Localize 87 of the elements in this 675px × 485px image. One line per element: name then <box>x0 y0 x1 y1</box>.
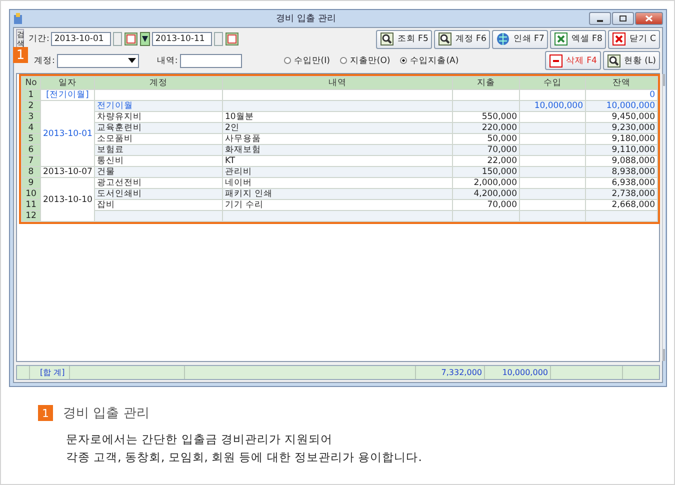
table-cell: 10,000,000 <box>586 100 658 112</box>
row-number: 3 <box>22 112 40 122</box>
date-field[interactable]: 2013-10-11 <box>152 32 212 46</box>
window-title: 경비 입출 관리 <box>275 13 337 25</box>
spin-button[interactable] <box>214 32 224 46</box>
table-cell: 도서인쇄비 <box>94 188 222 200</box>
table-cell: 교육훈련비 <box>94 122 222 134</box>
total-cell: 10,000,000 <box>485 366 551 379</box>
radio-option[interactable]: 수입만(I) <box>284 54 330 66</box>
period-label: 기간: <box>28 33 50 45</box>
caret-icon <box>142 36 148 42</box>
table-cell: 8,938,000 <box>586 166 658 178</box>
caret-icon <box>128 58 136 64</box>
minus-icon <box>548 54 563 68</box>
close-icon <box>644 15 654 22</box>
date-field[interactable]: 2013-10-01 <box>51 32 112 46</box>
radio-option[interactable]: 수입지출(A) <box>400 54 459 66</box>
minimize-button[interactable] <box>589 12 611 25</box>
magnifier-icon <box>438 32 452 46</box>
caption-title: 경비 입출 관리 <box>63 405 150 422</box>
row-number: 5 <box>22 134 40 144</box>
scrollbar[interactable] <box>662 74 665 361</box>
table-cell: 9,110,000 <box>586 144 658 156</box>
range-button[interactable] <box>140 32 150 46</box>
table-cell: 70,000 <box>452 144 520 156</box>
account-label: 계정: <box>34 54 55 66</box>
toolbar-button[interactable]: 닫기 C <box>608 30 660 48</box>
row-number: 11 <box>22 200 40 210</box>
globe-icon <box>496 32 510 46</box>
toolbar-button[interactable]: 삭제 F4 <box>544 51 601 70</box>
app-icon <box>13 12 23 24</box>
calendar-icon <box>225 32 240 46</box>
table-cell: 관리비 <box>222 166 452 178</box>
row-number: 6 <box>22 144 40 156</box>
toolbar-button[interactable]: 인쇄 F7 <box>492 30 548 48</box>
table-cell: 9,230,000 <box>586 122 658 134</box>
row-number: 4 <box>22 122 40 134</box>
maximize-icon <box>618 15 628 22</box>
table-cell: 10,000,000 <box>520 100 586 112</box>
table-cell: 건물 <box>94 166 222 178</box>
table-cell: 보험료 <box>94 144 222 156</box>
magnifier-icon <box>380 32 394 46</box>
total-cell: [합 계] <box>30 366 70 379</box>
memo-field[interactable] <box>180 54 242 68</box>
table-cell: 2인 <box>222 122 452 134</box>
row-number: 12 <box>22 210 40 222</box>
table-cell: 2013-10-01 <box>40 100 94 166</box>
row-number: 1 <box>22 90 40 100</box>
table-cell: 전기이월 <box>94 100 222 112</box>
toolbar-button[interactable]: 계정 F6 <box>434 30 490 48</box>
caption-text: 문자로에서는 간단한 입출금 경비관리가 지원되어 <box>66 431 334 448</box>
column-header[interactable]: 수입 <box>520 76 586 90</box>
memo-label: 내역: <box>156 54 178 66</box>
account-dropdown[interactable] <box>56 54 139 68</box>
annotation-badge: 1 <box>13 47 28 63</box>
table-cell: 2,738,000 <box>586 188 658 200</box>
maximize-button[interactable] <box>612 12 634 25</box>
column-header[interactable]: 잔액 <box>586 76 658 90</box>
total-cell: 7,332,000 <box>416 366 485 379</box>
row-number: 9 <box>22 178 40 188</box>
table-cell: 화재보험 <box>222 144 452 156</box>
column-header[interactable]: 일자 <box>40 76 94 90</box>
column-header[interactable]: No <box>22 76 40 90</box>
row-number: 8 <box>22 166 40 178</box>
excel-icon <box>554 32 568 46</box>
caption-badge: 1 <box>38 405 53 421</box>
toolbar-button[interactable]: 엑셀 F8 <box>550 30 606 48</box>
table-cell: 220,000 <box>452 122 520 134</box>
column-header[interactable]: 지출 <box>452 76 520 90</box>
table-cell: 4,200,000 <box>452 188 520 200</box>
table-cell: 패키지 인쇄 <box>222 188 452 200</box>
row-number: 7 <box>22 156 40 166</box>
close-icon <box>612 32 626 46</box>
toolbar-button[interactable]: 현황 (L) <box>602 51 660 70</box>
column-header[interactable]: 계정 <box>94 76 222 90</box>
magnifier-icon <box>606 54 621 68</box>
toolbar-button[interactable]: 조회 F5 <box>376 30 432 48</box>
row-number: 10 <box>22 188 40 200</box>
row-number: 2 <box>22 100 40 112</box>
spin-button[interactable] <box>113 32 122 46</box>
calendar-icon <box>124 32 138 46</box>
close-button[interactable] <box>635 12 663 25</box>
caption-text: 각종 고객, 동창회, 모임회, 회원 등에 대한 정보관리가 용이합니다. <box>66 449 423 466</box>
radio-option[interactable]: 지출만(O) <box>340 54 390 66</box>
column-header[interactable]: 내역 <box>222 76 452 90</box>
table-cell: 150,000 <box>452 166 520 178</box>
table-cell: 2013-10-10 <box>40 178 94 222</box>
